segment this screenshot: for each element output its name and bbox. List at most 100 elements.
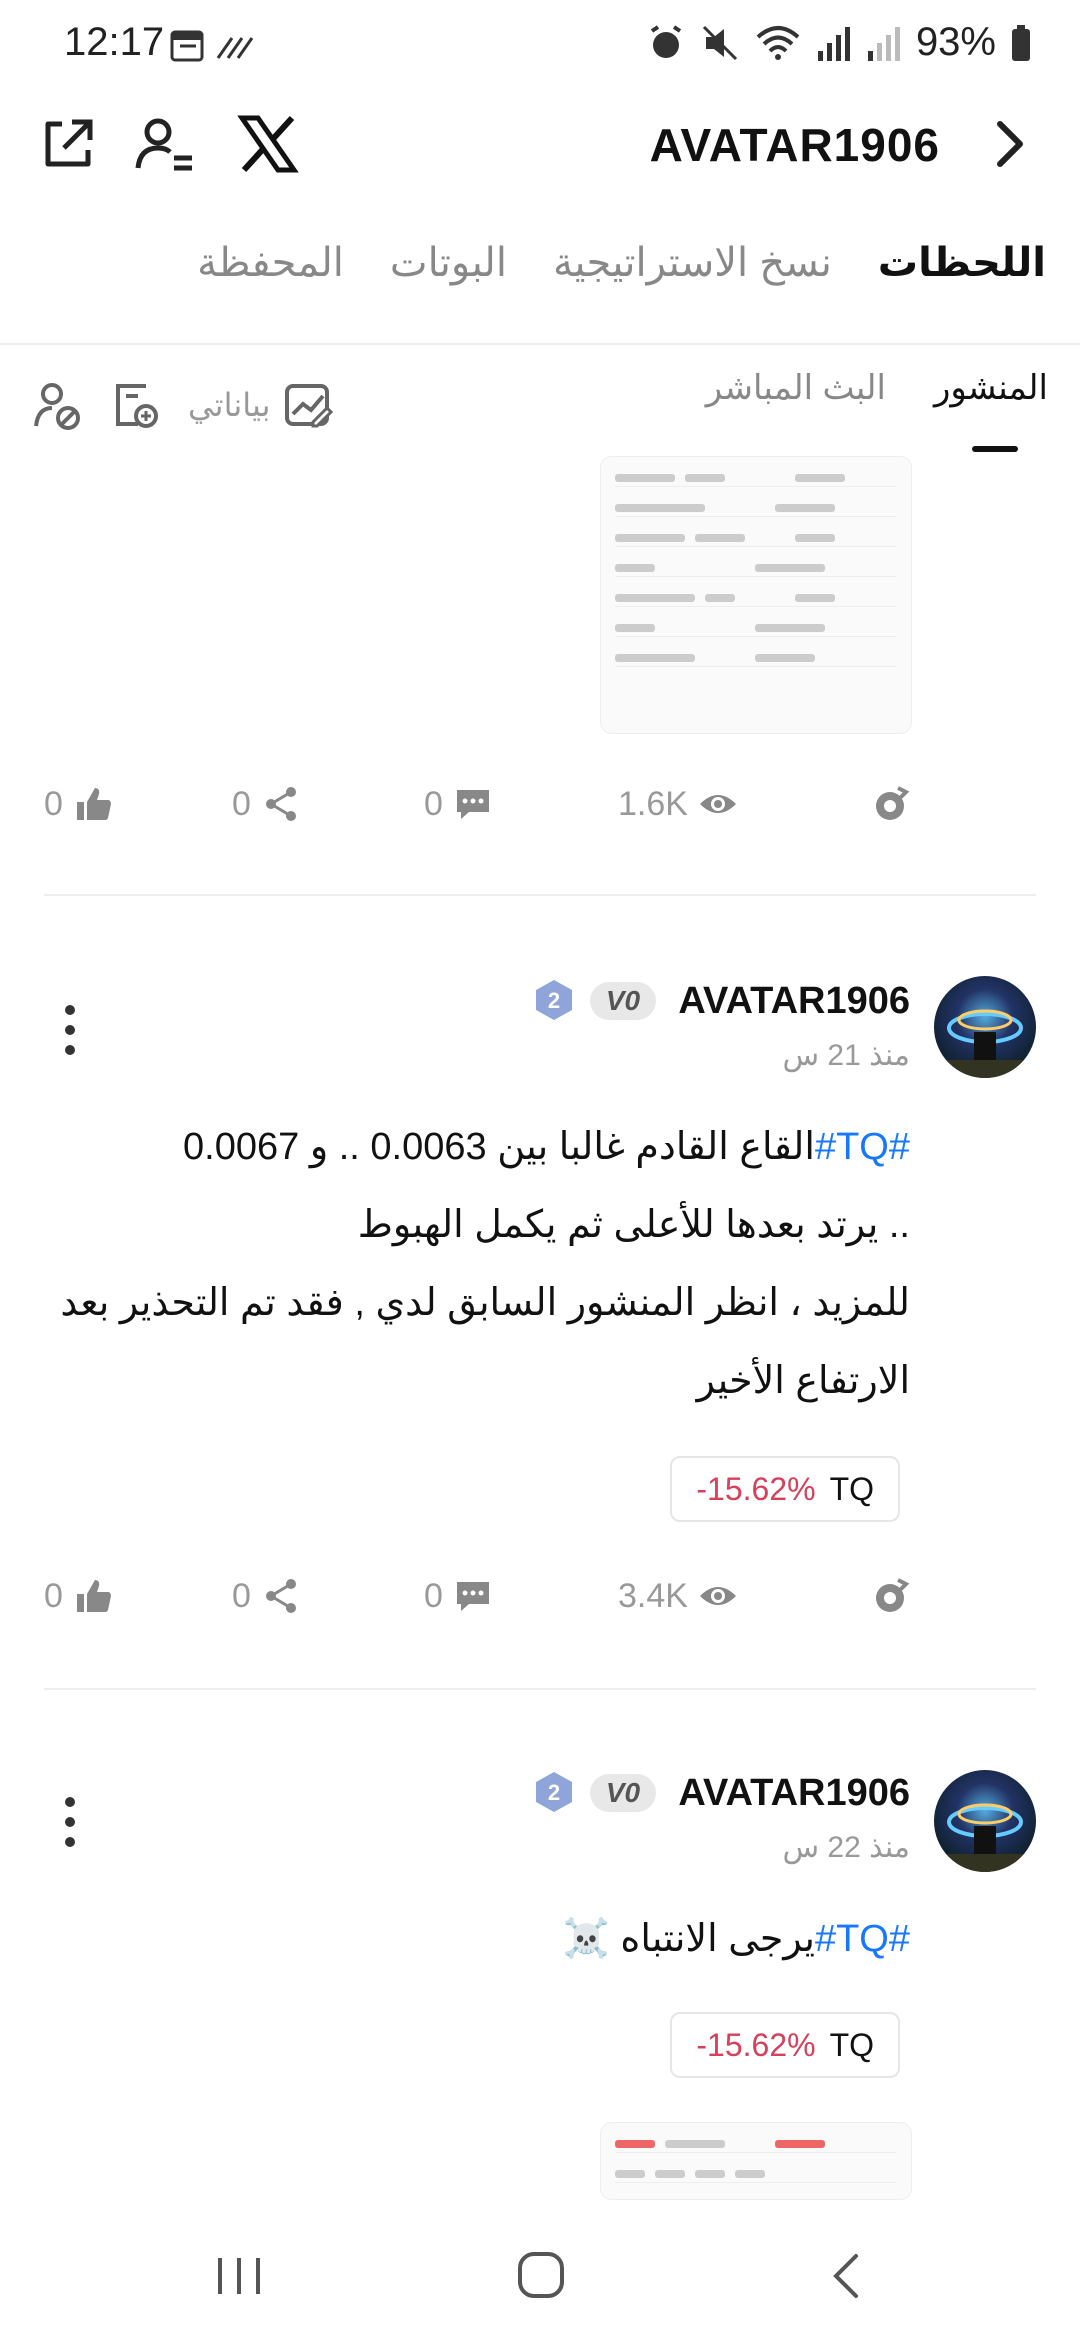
post-time: منذ 21 س xyxy=(782,1039,910,1072)
vip-badge: V0 xyxy=(590,982,656,1020)
post-image-thumbnail[interactable] xyxy=(600,2122,912,2200)
post-line-1: #TQ#القاع القادم غالبا بين 0.0063 .. و 0… xyxy=(30,1108,910,1186)
post-line-3: للمزيد ، انظر المنشور السابق لدي , فقد ت… xyxy=(60,1282,910,1324)
views-indicator: 1.6K xyxy=(618,784,738,824)
tabs-divider xyxy=(0,343,1080,345)
like-count: 0 xyxy=(44,784,63,823)
wifi-icon xyxy=(756,25,800,60)
thumbs-up-icon xyxy=(76,1580,111,1612)
view-count: 3.4K xyxy=(618,1576,688,1615)
avatar-image xyxy=(934,1803,1036,1872)
active-tab-indicator xyxy=(972,446,1018,452)
tab-live[interactable]: البث المباشر xyxy=(706,368,886,408)
post-line-4: الارتفاع الأخير xyxy=(696,1360,910,1402)
recent-apps-icon[interactable] xyxy=(214,2254,264,2298)
hashtag-link[interactable]: #TQ# xyxy=(815,1126,910,1168)
system-nav-bar xyxy=(0,2200,1080,2340)
like-button[interactable]: 0 xyxy=(44,1576,113,1616)
tip-button[interactable] xyxy=(870,784,910,824)
chart-edit-icon xyxy=(284,384,333,428)
my-data-button[interactable]: بياناتي xyxy=(188,380,333,430)
post-image-thumbnail[interactable] xyxy=(600,456,912,734)
avatar[interactable] xyxy=(934,976,1036,1078)
view-count: 1.6K xyxy=(618,784,688,823)
x-twitter-icon[interactable] xyxy=(236,112,300,176)
status-time: 12:17 xyxy=(64,20,165,64)
home-icon[interactable] xyxy=(516,2250,566,2300)
avatar-image xyxy=(934,1009,1036,1078)
tab-posts[interactable]: المنشور xyxy=(934,368,1048,408)
share-icon xyxy=(265,787,296,821)
hashtag-link[interactable]: #TQ# xyxy=(815,1918,910,1960)
share-external-icon[interactable] xyxy=(36,112,100,176)
sub-tabs: المنشور البث المباشر xyxy=(706,368,1048,408)
comment-count: 0 xyxy=(424,784,443,823)
coin-change: 15.62%- xyxy=(696,1470,816,1507)
more-options-icon[interactable] xyxy=(64,1796,76,1848)
battery-percent: 93% xyxy=(915,20,996,64)
chevron-right-icon[interactable] xyxy=(992,118,1028,170)
coin-tip-icon xyxy=(876,1578,910,1612)
coin-symbol: TQ xyxy=(829,2026,874,2063)
back-icon[interactable] xyxy=(828,2252,864,2300)
level-number: 2 xyxy=(548,988,560,1013)
comment-button[interactable]: 0 xyxy=(424,784,493,824)
thumbs-up-icon xyxy=(76,788,111,820)
more-options-icon[interactable] xyxy=(64,1004,76,1056)
level-badge-icon: 2 xyxy=(536,980,572,1020)
comment-icon xyxy=(456,790,489,819)
share-button[interactable]: 0 xyxy=(232,784,301,824)
status-right: 93% xyxy=(646,20,1032,65)
coin-chip[interactable]: TQ 15.62%- xyxy=(670,2012,900,2078)
block-user-icon[interactable] xyxy=(32,380,82,430)
coin-symbol: TQ xyxy=(829,1470,874,1507)
main-tabs: اللحظات نسخ الاستراتيجية البوتات المحفظة xyxy=(197,240,1046,286)
share-button[interactable]: 0 xyxy=(232,1576,301,1616)
tab-copy-strategy[interactable]: نسخ الاستراتيجية xyxy=(553,240,832,286)
post-body: #TQ#القاع القادم غالبا بين 0.0063 .. و 0… xyxy=(30,1108,910,1420)
post-body: #TQ#يرجى الانتباه ☠️ xyxy=(30,1900,910,1978)
post-divider xyxy=(44,1688,1036,1690)
post-line-1-text: يرجى الانتباه ☠️ xyxy=(562,1918,815,1960)
sub-actions: بياناتي xyxy=(32,380,333,430)
post-line-1-text: القاع القادم غالبا بين 0.0063 .. و 0.006… xyxy=(183,1126,815,1168)
post-actions-bar: 0 0 0 1.6K xyxy=(40,774,1040,834)
coin-change: 15.62%- xyxy=(696,2026,816,2063)
level-badge-icon: 2 xyxy=(536,1772,572,1812)
post-username[interactable]: AVATAR1906 xyxy=(678,1772,910,1815)
share-icon xyxy=(265,1579,296,1613)
signal-icon xyxy=(817,26,850,61)
tip-button[interactable] xyxy=(870,1576,910,1616)
post-actions-bar: 0 0 0 3.4K xyxy=(40,1566,1040,1626)
coin-chip[interactable]: TQ 15.62%- xyxy=(670,1456,900,1522)
share-count: 0 xyxy=(232,784,251,823)
user-settings-icon[interactable] xyxy=(132,112,196,176)
notification-icons xyxy=(170,28,260,69)
share-count: 0 xyxy=(232,1576,251,1615)
profile-title: AVATAR1906 xyxy=(649,119,940,171)
avatar[interactable] xyxy=(934,1770,1036,1872)
comment-icon xyxy=(456,1582,489,1611)
post-line-2: .. يرتد بعدها للأعلى ثم يكمل الهبوط xyxy=(357,1204,910,1246)
post-username[interactable]: AVATAR1906 xyxy=(678,980,910,1023)
like-button[interactable]: 0 xyxy=(44,784,113,824)
level-number: 2 xyxy=(548,1780,560,1805)
vip-badge: V0 xyxy=(590,1774,656,1812)
post-time: منذ 22 س xyxy=(782,1831,910,1864)
comment-button[interactable]: 0 xyxy=(424,1576,493,1616)
like-count: 0 xyxy=(44,1576,63,1615)
battery-icon xyxy=(1012,24,1030,61)
post-divider xyxy=(44,894,1036,896)
status-bar: 12:17 93% xyxy=(0,0,1080,96)
mute-icon xyxy=(702,25,737,60)
eye-icon xyxy=(699,795,736,813)
signal-icon-2 xyxy=(867,26,900,61)
tab-portfolio[interactable]: المحفظة xyxy=(197,240,344,286)
eye-icon xyxy=(699,1587,736,1605)
coin-tip-icon xyxy=(876,786,910,820)
add-post-icon[interactable] xyxy=(110,380,160,430)
my-data-label: بياناتي xyxy=(188,387,271,423)
calendar-icon xyxy=(170,30,254,62)
tab-bots[interactable]: البوتات xyxy=(390,240,507,286)
tab-moments[interactable]: اللحظات xyxy=(878,240,1046,286)
